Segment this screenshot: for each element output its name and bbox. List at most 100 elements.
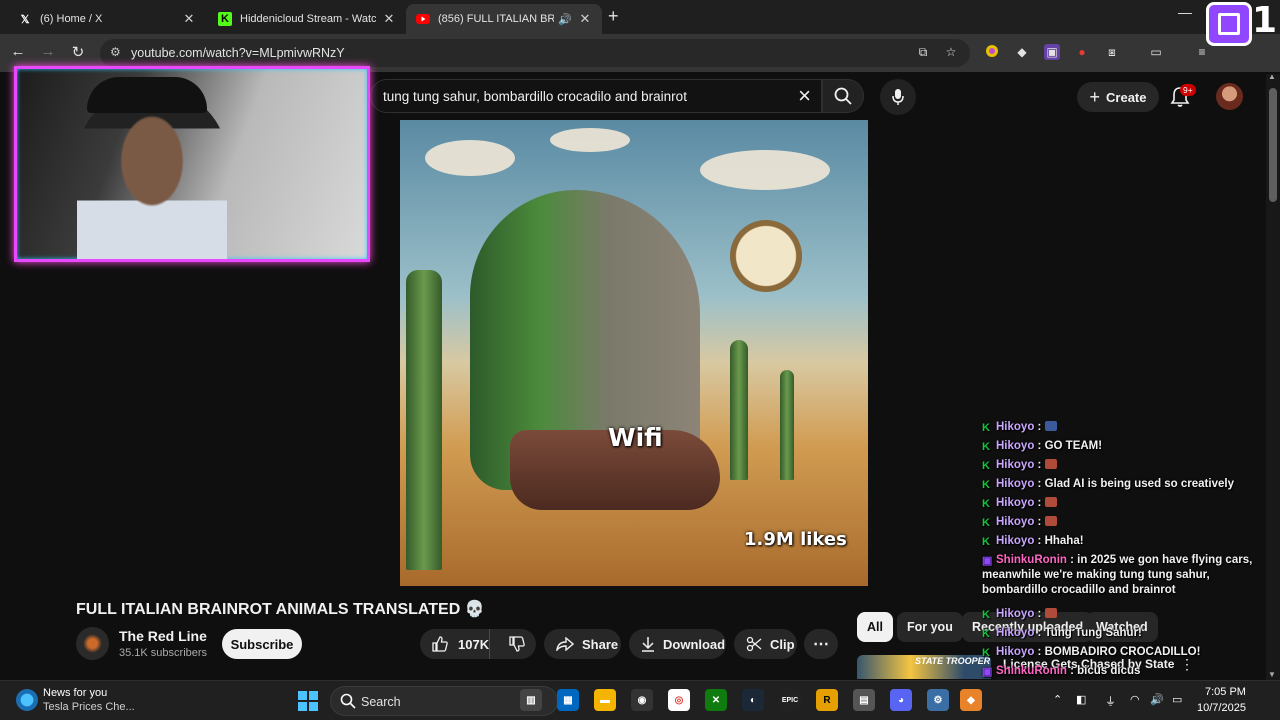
kick-badge-icon: K xyxy=(982,498,990,510)
extension-color-icon[interactable] xyxy=(984,44,1000,60)
search-icon xyxy=(834,87,852,105)
voice-search-button[interactable] xyxy=(880,79,916,115)
usb-icon[interactable]: ⏚ xyxy=(1105,693,1116,709)
scroll-up-arrow-icon[interactable]: ▲ xyxy=(1268,72,1276,81)
cloud xyxy=(700,150,830,190)
search-input[interactable]: tung tung sahur, bombardillo crocadilo a… xyxy=(370,79,822,113)
video-player[interactable]: Wifi 1.9M likes xyxy=(400,120,868,586)
like-dislike-group: 107K xyxy=(420,629,536,659)
emote-icon xyxy=(1044,516,1057,526)
next-video-thumbnail[interactable]: STATE TROOPER xyxy=(857,655,991,679)
tab-label: (6) Home / X xyxy=(40,13,103,25)
page-scrollbar[interactable]: ▲ ▼ xyxy=(1266,72,1280,682)
twitch-logo-icon xyxy=(1206,2,1252,46)
subscriber-count: 35.1K subscribers xyxy=(119,647,208,659)
forward-icon[interactable]: → xyxy=(38,43,58,60)
extension-red-icon[interactable]: ● xyxy=(1074,44,1090,60)
search-button[interactable] xyxy=(822,79,864,113)
kick-logo-icon: K xyxy=(218,12,232,26)
install-app-icon[interactable]: ⧉ xyxy=(915,44,931,60)
discord-icon[interactable]: ◕ xyxy=(890,689,912,711)
emote-icon xyxy=(1044,497,1057,507)
chat-message: K Hikoyo : BOMBADIRO CROCADILLO! xyxy=(982,646,1201,659)
tab-x-home[interactable]: 𝕏 (6) Home / X ✕ xyxy=(8,4,206,34)
kick-badge-icon: K xyxy=(982,517,990,529)
settings-icon[interactable]: ⚙ xyxy=(927,689,949,711)
new-tab-button[interactable]: + xyxy=(608,6,619,27)
taskbar-time[interactable]: 7:05 PM xyxy=(1205,686,1246,698)
minimize-icon[interactable]: — xyxy=(1178,4,1192,20)
app-icon[interactable]: ◆ xyxy=(960,689,982,711)
emote-icon xyxy=(1044,608,1057,618)
extensions-puzzle-icon[interactable]: ⧆ xyxy=(1104,44,1120,60)
steam-icon[interactable]: ◐ xyxy=(742,689,764,711)
taskbar-date[interactable]: 10/7/2025 xyxy=(1197,702,1246,714)
volume-icon[interactable]: 🔊 xyxy=(1150,693,1164,706)
chat-username: ShinkuRonin xyxy=(996,554,1067,566)
chat-username: Hikoyo xyxy=(996,497,1035,509)
scroll-down-arrow-icon[interactable]: ▼ xyxy=(1268,670,1276,679)
xbox-icon[interactable]: ✕ xyxy=(705,689,727,711)
download-button[interactable]: Download xyxy=(629,629,726,659)
rockstar-icon[interactable]: R xyxy=(816,689,838,711)
cloud xyxy=(550,128,630,152)
obs-icon[interactable]: ◉ xyxy=(631,689,653,711)
network-icon[interactable]: ◧ xyxy=(1076,693,1086,706)
clear-search-icon[interactable]: × xyxy=(798,83,811,109)
close-icon[interactable]: ✕ xyxy=(182,11,196,27)
twitch-overlay-number: 1 xyxy=(1252,0,1278,41)
speaker-icon[interactable]: 🔊 xyxy=(558,13,572,26)
chat-username: Hikoyo xyxy=(996,535,1035,547)
file-explorer-icon[interactable]: ▬ xyxy=(594,689,616,711)
clip-button[interactable]: Clip xyxy=(734,629,797,659)
task-view-icon[interactable]: ▥ xyxy=(520,689,542,711)
close-icon[interactable]: ✕ xyxy=(578,11,592,27)
extension-twitch-icon[interactable]: ▣ xyxy=(1044,44,1060,60)
share-label: Share xyxy=(582,636,619,652)
like-count: 107K xyxy=(458,636,490,652)
search-query: tung tung sahur, bombardillo crocadilo a… xyxy=(383,89,687,104)
reading-list-icon[interactable]: ≡ xyxy=(1194,44,1210,60)
channel-name[interactable]: The Red Line xyxy=(119,628,207,644)
dislike-button[interactable] xyxy=(498,636,536,652)
reload-icon[interactable]: ↻ xyxy=(68,43,88,61)
streamer-webcam xyxy=(14,66,370,262)
like-button[interactable]: 107K xyxy=(420,629,491,659)
download-label: Download xyxy=(663,636,726,652)
battery-icon[interactable]: ▭ xyxy=(1172,693,1182,706)
show-hidden-icons-icon[interactable]: ⌃ xyxy=(1053,693,1062,706)
epic-games-icon[interactable]: EPIC xyxy=(779,689,801,711)
weather-news-icon[interactable] xyxy=(16,689,38,711)
youtube-logo-icon xyxy=(416,12,430,26)
kick-badge-icon: K xyxy=(982,609,990,621)
news-widget-title[interactable]: News for you xyxy=(43,687,107,699)
subscribe-button[interactable]: Subscribe xyxy=(222,629,302,659)
chip-all[interactable]: All xyxy=(857,612,893,642)
close-icon[interactable]: ✕ xyxy=(382,11,396,27)
address-bar[interactable]: ⚙ youtube.com/watch?v=MLpmivwRNzY ⧉ ☆ xyxy=(100,39,970,67)
chat-message: K Hikoyo : xyxy=(982,458,1264,473)
extension-diamond-icon[interactable]: ◆ xyxy=(1014,44,1030,60)
create-button[interactable]: + Create xyxy=(1077,82,1159,112)
back-icon[interactable]: ← xyxy=(8,43,28,60)
split-view-icon[interactable]: ▭ xyxy=(1148,44,1164,60)
scissors-icon xyxy=(746,636,762,652)
scrollbar-thumb[interactable] xyxy=(1269,88,1277,202)
channel-avatar[interactable] xyxy=(76,627,109,660)
tab-kick-stream[interactable]: K Hiddenicloud Stream - Watch L ✕ xyxy=(208,4,406,34)
chip-for-you[interactable]: For you xyxy=(897,612,963,642)
microsoft-store-icon[interactable]: ▦ xyxy=(557,689,579,711)
share-button[interactable]: Share xyxy=(544,629,621,659)
chrome-icon[interactable]: ◎ xyxy=(668,689,690,711)
site-info-icon[interactable]: ⚙ xyxy=(110,45,121,59)
alarm-clock xyxy=(730,220,802,292)
more-actions-button[interactable]: ⋯ xyxy=(804,629,838,659)
calculator-icon[interactable]: ▤ xyxy=(853,689,875,711)
account-avatar[interactable] xyxy=(1216,83,1243,110)
windows-start-icon[interactable] xyxy=(298,691,318,711)
news-widget-subtitle[interactable]: Tesla Prices Che... xyxy=(43,701,135,713)
kick-badge-icon: K xyxy=(982,479,990,491)
bookmark-star-icon[interactable]: ☆ xyxy=(943,44,959,60)
tab-youtube-video[interactable]: (856) FULL ITALIAN BRAINR 🔊 ✕ xyxy=(406,4,602,34)
wifi-icon[interactable]: ◠ xyxy=(1130,693,1140,706)
